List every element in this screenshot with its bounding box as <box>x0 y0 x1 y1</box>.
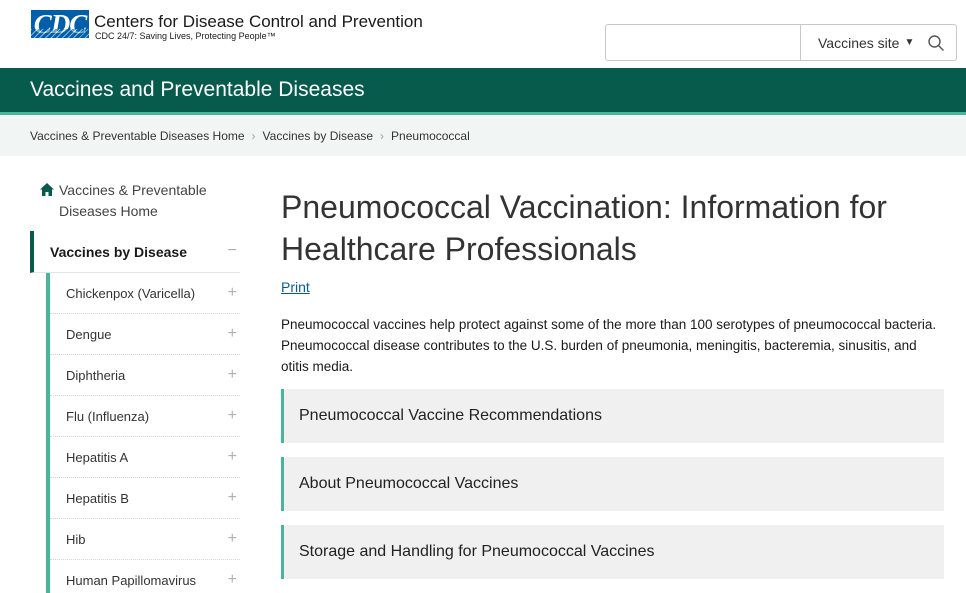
sidebar-item-dengue[interactable]: Dengue + <box>50 314 240 355</box>
intro-paragraph: Pneumococcal vaccines help protect again… <box>281 317 937 374</box>
sidebar-item-label: Hepatitis B <box>66 490 129 506</box>
accordion-storage-handling[interactable]: Storage and Handling for Pneumococcal Va… <box>281 525 944 579</box>
accordion-label: Storage and Handling for Pneumococcal Va… <box>299 543 655 560</box>
expand-icon[interactable]: + <box>228 325 237 343</box>
search-scope-dropdown[interactable]: Vaccines site ▼ <box>800 25 916 60</box>
sidebar-item-label: Dengue <box>66 326 112 342</box>
search-scope-label: Vaccines site <box>818 34 900 51</box>
site-title-band: Vaccines and Preventable Diseases <box>0 68 966 115</box>
breadcrumb: Vaccines & Preventable Diseases Home › V… <box>0 115 966 156</box>
page-title: Pneumococcal Vaccination: Information fo… <box>281 189 887 267</box>
expand-icon[interactable]: + <box>228 448 237 466</box>
sidebar-item-hepatitis-a[interactable]: Hepatitis A + <box>50 437 240 478</box>
sidebar-item-label: Human Papillomavirus <box>66 572 197 588</box>
expand-icon[interactable]: + <box>228 571 237 589</box>
sidebar-item-label: Chickenpox (Varicella) <box>66 285 196 301</box>
search-bar: Vaccines site ▼ <box>605 24 957 61</box>
accordion-about-vaccines[interactable]: About Pneumococcal Vaccines <box>281 457 944 511</box>
chevron-right-icon: › <box>380 128 385 143</box>
expand-icon[interactable]: + <box>228 530 237 548</box>
sidebar-item-label: Hepatitis A <box>66 449 129 465</box>
chevron-right-icon: › <box>251 128 256 143</box>
sidebar-item-diphtheria[interactable]: Diphtheria + <box>50 355 240 396</box>
sidebar-item-hpv[interactable]: Human Papillomavirus + <box>50 560 240 593</box>
org-name[interactable]: Centers for Disease Control and Preventi… <box>94 12 423 32</box>
expand-icon[interactable]: + <box>228 489 237 507</box>
sidebar-item-label: Vaccines by Disease <box>50 243 187 260</box>
site-title[interactable]: Vaccines and Preventable Diseases <box>30 78 365 102</box>
search-button[interactable] <box>916 25 956 60</box>
sidebar-item-flu[interactable]: Flu (Influenza) + <box>50 396 240 437</box>
home-icon <box>40 183 54 196</box>
site-header: CDC Centers for Disease Control and Prev… <box>0 0 966 68</box>
cdc-logo[interactable]: CDC <box>31 10 89 38</box>
sidebar-item-vaccines-by-disease[interactable]: Vaccines by Disease − <box>30 231 240 273</box>
print-link[interactable]: Print <box>281 279 310 295</box>
sidebar-home-label: Vaccines & Preventable Diseases Home <box>59 182 207 219</box>
sidebar-item-hib[interactable]: Hib + <box>50 519 240 560</box>
sidebar-item-label: Flu (Influenza) <box>66 408 150 424</box>
expand-icon[interactable]: + <box>228 407 237 425</box>
expand-icon[interactable]: + <box>228 284 237 302</box>
org-tagline: CDC 24/7: Saving Lives, Protecting Peopl… <box>95 31 276 41</box>
collapse-icon[interactable]: − <box>228 242 237 260</box>
search-icon <box>928 34 944 51</box>
search-input[interactable] <box>606 25 799 60</box>
caret-down-icon: ▼ <box>904 37 915 48</box>
expand-icon[interactable]: + <box>228 366 237 384</box>
sidebar-item-label: Hib <box>66 531 86 547</box>
breadcrumb-item-vaccines-by-disease[interactable]: Vaccines by Disease <box>263 129 374 143</box>
sidebar-item-chickenpox[interactable]: Chickenpox (Varicella) + <box>50 273 240 314</box>
accordion-label: Pneumococcal Vaccine Recommendations <box>299 407 602 424</box>
sidebar-item-label: Diphtheria <box>66 367 126 383</box>
accordion-label: About Pneumococcal Vaccines <box>299 475 519 492</box>
breadcrumb-item-home[interactable]: Vaccines & Preventable Diseases Home <box>30 129 245 143</box>
sidebar-item-hepatitis-b[interactable]: Hepatitis B + <box>50 478 240 519</box>
sidebar-submenu: Chickenpox (Varicella) + Dengue + Diphth… <box>46 273 240 593</box>
accordion-recommendations[interactable]: Pneumococcal Vaccine Recommendations <box>281 389 944 443</box>
sidebar-home-link[interactable]: Vaccines & Preventable Diseases Home <box>40 180 240 222</box>
logo-text: CDC <box>33 10 88 38</box>
breadcrumb-item-current: Pneumococcal <box>391 128 470 143</box>
